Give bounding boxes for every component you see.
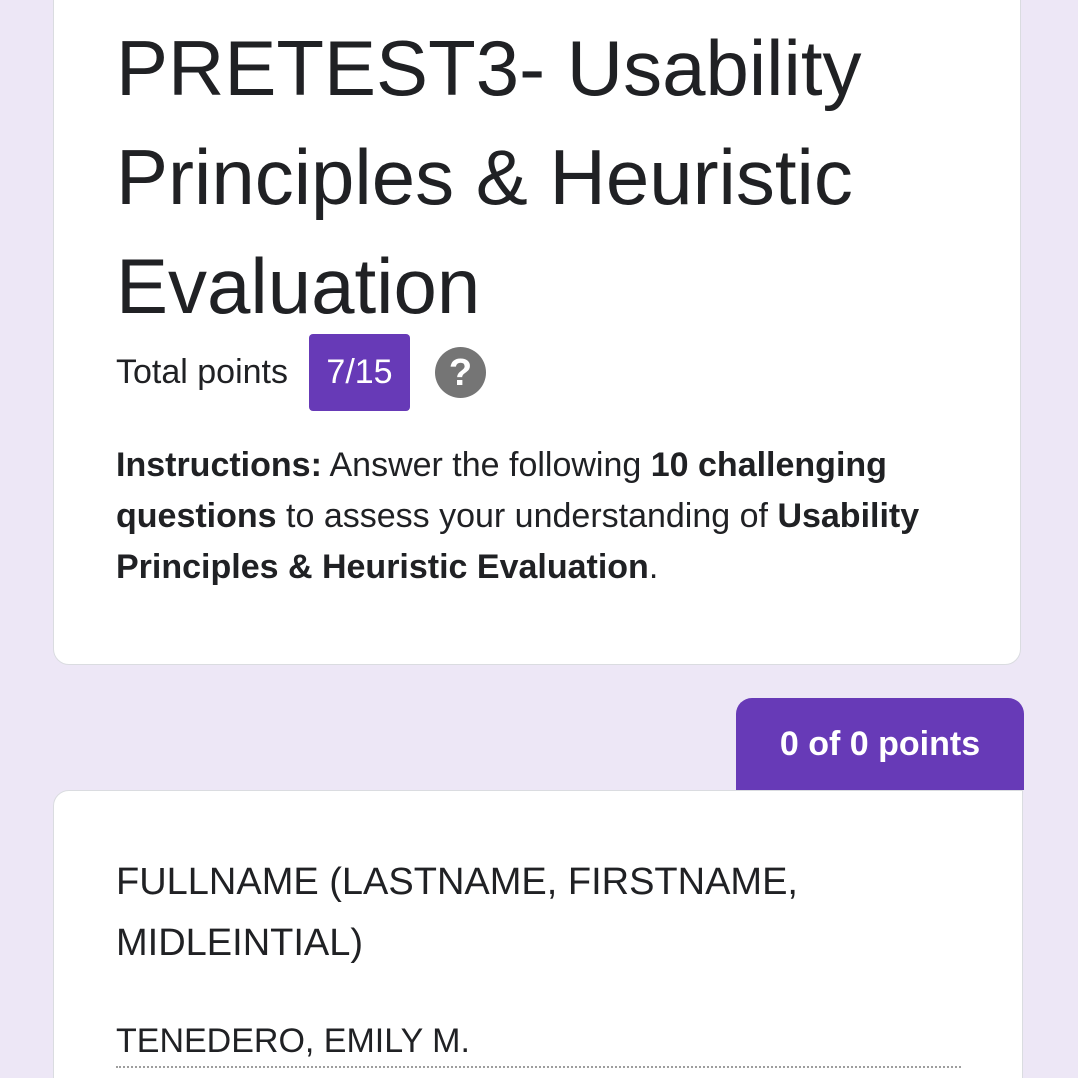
- question-mark-icon[interactable]: ?: [435, 347, 486, 398]
- section-score-tab: 0 of 0 points: [736, 698, 1024, 790]
- total-points-label: Total points: [116, 353, 288, 391]
- answer-underline: [116, 1066, 961, 1068]
- answer-value: TENEDERO, EMILY M.: [116, 1022, 470, 1060]
- total-points-row: Total points 7/15 ?: [116, 334, 486, 411]
- quiz-results-page: PRETEST3- Usability Principles & Heurist…: [0, 0, 1078, 1078]
- description-text-2: to assess your understanding of: [276, 497, 778, 535]
- form-title: PRETEST3- Usability Principles & Heurist…: [116, 24, 862, 330]
- instructions-label: Instructions:: [116, 446, 322, 484]
- description-text-1: Answer the following: [321, 446, 651, 484]
- total-points-badge: 7/15: [309, 334, 410, 411]
- question-title: FULLNAME (LASTNAME, FIRSTNAME, MIDLEINTI…: [116, 861, 798, 964]
- form-description: Instructions: Answer the following 10 ch…: [116, 440, 976, 593]
- description-text-3: .: [648, 548, 659, 586]
